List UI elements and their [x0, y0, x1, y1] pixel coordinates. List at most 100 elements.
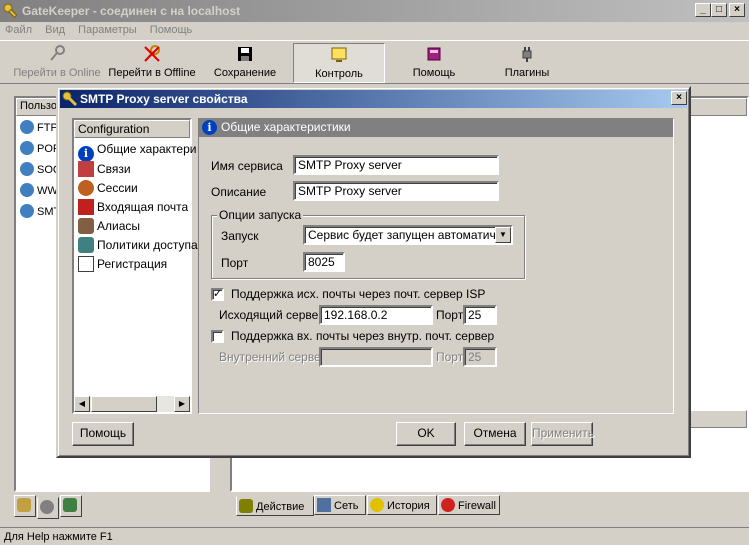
- document-icon: [78, 256, 94, 272]
- list-item[interactable]: SOC: [20, 162, 61, 183]
- go-online-label: Перейти в Online: [13, 67, 101, 79]
- internal-port-input[interactable]: 25: [463, 347, 497, 367]
- list-item[interactable]: FTP: [20, 120, 61, 141]
- sessions-icon: [78, 180, 94, 196]
- save-label: Сохранение: [213, 67, 277, 79]
- scroll-thumb[interactable]: [91, 396, 157, 412]
- apply-button[interactable]: Применить: [531, 422, 594, 446]
- menu-view[interactable]: Вид: [40, 22, 70, 38]
- dialog-close-button[interactable]: ×: [671, 91, 687, 105]
- mail-icon: [78, 199, 94, 215]
- floppy-disk-icon: [238, 47, 252, 61]
- description-label: Описание: [211, 185, 267, 199]
- status-bar: Для Help нажмите F1: [0, 527, 749, 545]
- nav-header[interactable]: Configuration: [74, 120, 190, 138]
- menu-bar: Файл Вид Параметры Помощь: [0, 22, 749, 40]
- dialog-help-button[interactable]: Помощь: [72, 422, 134, 446]
- gear-icon: [40, 500, 54, 514]
- control-label: Контроль: [315, 68, 363, 80]
- service-name-input[interactable]: SMTP Proxy server: [293, 155, 499, 175]
- help-button[interactable]: Помощь: [395, 43, 473, 83]
- tab-sessions-view[interactable]: [37, 497, 59, 519]
- plugins-button[interactable]: Плагины: [490, 43, 564, 83]
- go-offline-button[interactable]: Перейти в Offline: [104, 43, 200, 83]
- cancel-button[interactable]: Отмена: [464, 422, 526, 446]
- list-item[interactable]: SMT: [20, 204, 61, 225]
- maximize-button[interactable]: □: [711, 3, 727, 17]
- port-input[interactable]: 8025: [303, 252, 345, 272]
- book-icon: [427, 47, 441, 61]
- go-online-button[interactable]: Перейти в Online: [10, 43, 104, 83]
- description-input[interactable]: SMTP Proxy server: [293, 181, 499, 201]
- internal-server-checkbox[interactable]: [211, 330, 224, 343]
- service-icon: [20, 183, 34, 197]
- internal-server-checkbox-label[interactable]: Поддержка вх. почты через внутр. почт. с…: [231, 329, 494, 343]
- tab-users-view[interactable]: [60, 495, 82, 517]
- nav-item-sessions[interactable]: Сессии: [78, 180, 138, 198]
- isp-checkbox[interactable]: ✓: [211, 288, 224, 301]
- network-icon: [317, 498, 331, 512]
- outgoing-server-input[interactable]: 192.168.0.2: [319, 305, 433, 325]
- minimize-button[interactable]: _: [695, 3, 711, 17]
- tab-history[interactable]: История: [367, 495, 437, 515]
- services-list: FTP POP SOC WW SMT: [20, 120, 61, 225]
- outgoing-port-input[interactable]: 25: [463, 305, 497, 325]
- isp-checkbox-label[interactable]: Поддержка исх. почты через почт. сервер …: [231, 287, 485, 301]
- service-name-label: Имя сервиса: [211, 159, 283, 173]
- connections-icon: [78, 161, 94, 177]
- nav-item-access-policies[interactable]: Политики доступа: [78, 237, 198, 255]
- tab-firewall[interactable]: Firewall: [438, 495, 500, 515]
- status-text: Для Help нажмите F1: [4, 531, 113, 543]
- tab-action[interactable]: Действие: [236, 496, 314, 516]
- help-label: Помощь: [412, 67, 456, 79]
- key-offline-icon: [144, 45, 160, 62]
- main-title-bar[interactable]: GateKeeper - соединен с на localhost _ □…: [0, 0, 749, 22]
- users-icon: [78, 237, 94, 253]
- nav-item-connections[interactable]: Связи: [78, 161, 131, 179]
- clock-icon: [370, 498, 384, 512]
- menu-help[interactable]: Помощь: [145, 22, 198, 38]
- outgoing-server-label: Исходящий сервер: [219, 308, 325, 322]
- services-icon: [17, 498, 31, 512]
- service-icon: [20, 162, 34, 176]
- menu-settings[interactable]: Параметры: [73, 22, 142, 38]
- menu-file[interactable]: Файл: [0, 22, 37, 38]
- service-icon: [20, 120, 34, 134]
- window-title: GateKeeper - соединен с на localhost: [22, 4, 241, 18]
- info-icon: i: [78, 146, 94, 162]
- tab-services-view[interactable]: [14, 495, 36, 517]
- startup-select-value: Сервис будет запущен автоматическ: [308, 228, 513, 242]
- list-item[interactable]: POP: [20, 141, 61, 162]
- properties-dialog: SMTP Proxy server свойства × Configurati…: [56, 86, 691, 458]
- key-icon: [50, 45, 65, 61]
- key-icon: [3, 3, 18, 19]
- firewall-icon: [441, 498, 455, 512]
- nav-item-aliases[interactable]: Алиасы: [78, 218, 140, 236]
- section-header: i Общие характеристики: [199, 119, 673, 137]
- scroll-left-button[interactable]: ◀: [74, 396, 90, 412]
- plugins-label: Плагины: [504, 67, 550, 79]
- list-item[interactable]: WW: [20, 183, 61, 204]
- aliases-icon: [78, 218, 94, 234]
- close-button[interactable]: ×: [729, 3, 745, 17]
- scroll-right-button[interactable]: ▶: [174, 396, 190, 412]
- nav-item-incoming-mail[interactable]: Входящая почта: [78, 199, 188, 217]
- nav-item-general[interactable]: i Общие характери: [78, 142, 196, 162]
- go-offline-label: Перейти в Offline: [108, 67, 196, 79]
- tab-network[interactable]: Сеть: [314, 495, 366, 515]
- monitor-icon: [331, 47, 347, 62]
- dialog-title-bar[interactable]: SMTP Proxy server свойства ×: [60, 90, 687, 108]
- internal-server-input[interactable]: [319, 347, 433, 367]
- nav-item-logging[interactable]: Регистрация: [78, 256, 167, 274]
- config-nav-tree[interactable]: Configuration i Общие характери Связи Сес…: [72, 118, 198, 414]
- internal-server-label: Внутренний сервер: [219, 350, 328, 364]
- dropdown-arrow-icon[interactable]: ▼: [495, 227, 511, 243]
- control-button[interactable]: Контроль: [293, 43, 385, 83]
- ok-button[interactable]: OK: [396, 422, 456, 446]
- startup-select[interactable]: Сервис будет запущен автоматическ ▼: [303, 225, 513, 245]
- save-button[interactable]: Сохранение: [206, 43, 284, 83]
- nav-horizontal-scrollbar[interactable]: ◀ ▶: [74, 396, 190, 412]
- outgoing-port-label: Порт: [436, 308, 464, 322]
- dialog-title: SMTP Proxy server свойства: [80, 92, 248, 106]
- service-icon: [20, 204, 34, 218]
